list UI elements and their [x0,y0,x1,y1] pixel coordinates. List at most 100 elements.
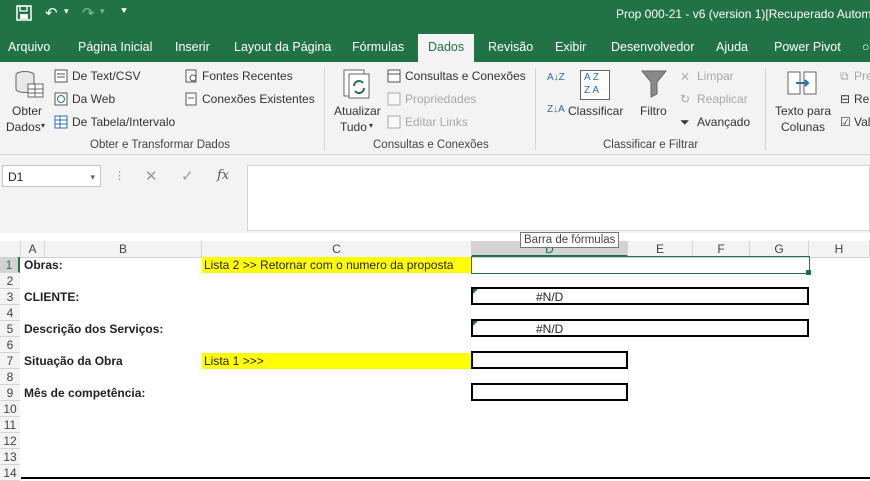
edit-links-button[interactable]: Editar Links [405,115,468,129]
row-header-11[interactable]: 11 [0,417,20,433]
cell-grid[interactable]: Obras: Lista 2 >> Retornar com o numero … [21,256,870,480]
row-header-9[interactable]: 9 [0,385,20,401]
redo-dropdown-icon[interactable]: ▾ [100,6,105,17]
search-icon[interactable]: ○ [862,39,870,62]
clear-filter-icon[interactable]: ⨯ [680,69,690,83]
tab-exibir[interactable]: Exibir [555,39,586,62]
existing-connections-button[interactable]: Conexões Existentes [202,92,315,106]
undo-dropdown-icon[interactable]: ▾ [64,6,69,17]
fill-handle[interactable] [806,270,811,275]
row-header-1[interactable]: 1 [0,257,20,273]
sort-az-icon[interactable]: A↓Z [547,72,565,83]
sort-za-icon[interactable]: Z↓A [547,104,565,115]
data-validation-icon[interactable]: ☑ [840,115,851,129]
name-box-dropdown-icon[interactable]: ▾ [90,166,95,188]
reapply-icon[interactable]: ↻ [680,92,690,106]
sort-button[interactable]: Classificar [568,104,623,118]
flash-fill-button[interactable]: Pre [854,69,870,83]
refresh-all-icon[interactable] [341,68,373,103]
cell-d5-value: #N/D [536,322,564,336]
save-icon[interactable] [16,5,32,25]
tab-inserir[interactable]: Inserir [175,39,210,62]
row-header-4[interactable]: 4 [0,305,20,321]
customize-toolbar-icon[interactable]: ⯆ [120,6,128,17]
get-data-icon[interactable] [13,68,45,103]
row-header-13[interactable]: 13 [0,449,20,465]
properties-icon [387,92,401,109]
remove-duplicates-icon[interactable]: ⊟ [840,92,850,106]
get-data-label[interactable]: Obter [12,104,42,118]
ribbon-separator [324,68,325,150]
confirm-entry-icon[interactable]: ✓ [181,167,194,185]
advanced-filter-button[interactable]: Avançado [697,115,750,129]
bottom-border-line [21,477,870,479]
row-header-3[interactable]: 3 [0,289,20,305]
column-header-b[interactable]: B [45,241,202,257]
refresh-dropdown-icon[interactable]: ▾ [369,121,373,130]
tab-layout-da-pagina[interactable]: Layout da Página [234,39,331,62]
redo-icon[interactable]: ↷ [82,4,95,22]
text-to-columns-icon[interactable] [786,68,818,103]
recent-sources-button[interactable]: Fontes Recentes [202,69,293,83]
undo-icon[interactable]: ↶ [45,4,58,22]
column-header-h[interactable]: H [809,241,870,257]
remove-duplicates-button[interactable]: Rem [854,92,870,106]
formula-bar-tooltip: Barra de fórmulas [520,232,620,248]
reapply-button[interactable]: Reaplicar [697,92,748,106]
formula-input[interactable] [247,165,870,231]
from-table-range-button[interactable]: De Tabela/Intervalo [72,115,175,129]
sort-icon[interactable]: A Z Z A [580,70,610,100]
group-label-queries: Consultas e Conexões [373,139,489,151]
row-header-5[interactable]: 5 [0,321,20,337]
cell-d3-merged[interactable] [471,287,809,305]
table-icon [54,115,68,132]
properties-button[interactable]: Propriedades [405,92,476,106]
refresh-all-label-2[interactable]: Tudo [340,120,367,134]
tab-revisao[interactable]: Revisão [488,39,533,62]
tab-dados[interactable]: Dados [418,34,475,62]
tab-power-pivot[interactable]: Power Pivot [774,39,841,62]
select-all-corner[interactable] [0,241,21,257]
refresh-all-label[interactable]: Atualizar [334,104,381,118]
cell-d9[interactable] [471,383,628,401]
cell-d7[interactable] [471,351,628,369]
row-header-10[interactable]: 10 [0,401,20,417]
row-header-8[interactable]: 8 [0,369,20,385]
tab-arquivo[interactable]: Arquivo [8,39,50,62]
ribbon-separator [765,68,766,150]
tab-formulas[interactable]: Fórmulas [352,39,404,62]
get-data-label-2[interactable]: Dados [6,120,41,134]
column-header-c[interactable]: C [202,241,472,257]
clear-filter-button[interactable]: Limpar [697,69,734,83]
cell-b5: Descrição dos Serviços: [24,322,164,336]
more-options-icon[interactable]: ⋮ [114,169,125,182]
column-header-f[interactable]: F [693,241,750,257]
column-header-g[interactable]: G [750,241,809,257]
insert-function-icon[interactable]: fx [217,168,229,183]
selected-cell-d1[interactable] [471,256,810,274]
row-header-12[interactable]: 12 [0,433,20,449]
advanced-filter-icon[interactable]: ⏷ [680,115,690,130]
row-header-2[interactable]: 2 [0,273,20,289]
column-header-a[interactable]: A [21,241,45,257]
row-header-6[interactable]: 6 [0,337,20,353]
tab-ajuda[interactable]: Ajuda [716,39,748,62]
from-web-button[interactable]: Da Web [72,92,115,106]
name-box[interactable]: D1 ▾ [2,165,101,187]
get-data-dropdown-icon[interactable]: ▾ [41,121,45,130]
queries-connections-button[interactable]: Consultas e Conexões [405,69,526,83]
cell-d5-merged[interactable] [471,319,809,337]
cancel-entry-icon[interactable]: ✕ [145,167,158,185]
from-text-csv-button[interactable]: De Text/CSV [72,69,140,83]
tab-desenvolvedor[interactable]: Desenvolvedor [611,39,694,62]
text-to-columns-label-2[interactable]: Colunas [781,120,825,134]
filter-button[interactable]: Filtro [640,104,667,118]
text-to-columns-label[interactable]: Texto para [775,104,831,118]
data-validation-button[interactable]: Val [854,115,870,129]
column-header-e[interactable]: E [628,241,693,257]
row-header-7[interactable]: 7 [0,353,20,369]
flash-fill-icon[interactable]: ⧉ [840,69,849,84]
row-header-14[interactable]: 14 [0,465,20,481]
filter-icon[interactable] [640,68,668,103]
tab-pagina-inicial[interactable]: Página Inicial [78,39,152,62]
